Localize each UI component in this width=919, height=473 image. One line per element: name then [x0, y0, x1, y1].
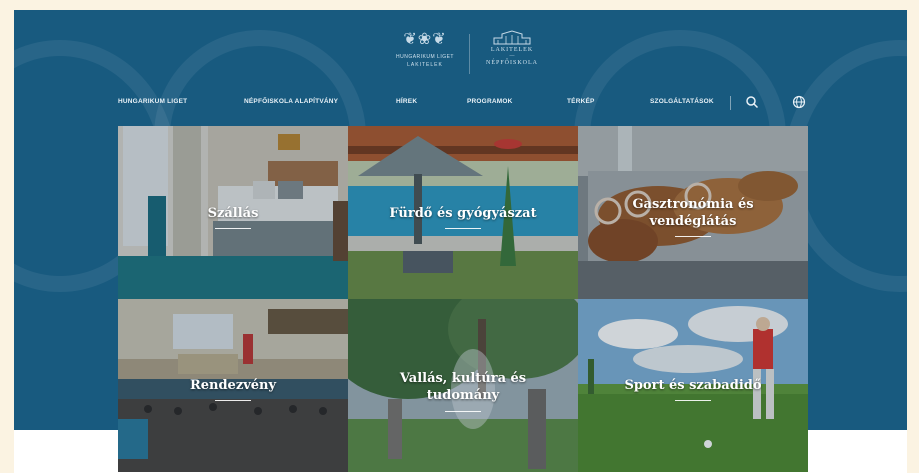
nav-item-nepfoiskola-alapitvany[interactable]: NÉPFŐISKOLA ALAPÍTVÁNY [244, 98, 338, 105]
tile-sport-underline [675, 400, 711, 401]
tile-rendezveny[interactable]: Rendezvény [118, 299, 348, 472]
tile-szallas[interactable]: Szállás [118, 126, 348, 299]
tile-vallas-underline [445, 411, 481, 412]
tile-rendezveny-title: Rendezvény [189, 378, 277, 393]
tile-rendezveny-underline [215, 400, 251, 401]
main-nav: HUNGARIKUM LIGET NÉPFŐISKOLA ALAPÍTVÁNY … [14, 95, 907, 114]
tile-szallas-underline [215, 228, 251, 229]
nav-item-szolgaltatasok[interactable]: SZOLGÁLTATÁSOK [650, 98, 714, 105]
tile-sport-title: Sport és szabadidő [624, 378, 762, 393]
logo2-title: LAKITELEK [490, 47, 534, 53]
globe-icon[interactable] [792, 95, 806, 109]
nav-item-hungarikum-liget[interactable]: HUNGARIKUM LIGET [118, 98, 187, 105]
logo-divider [469, 34, 470, 74]
tile-vallas[interactable]: Vallás, kultúra és tudomány [348, 299, 578, 472]
tile-gasztronomia-title: Gasztronómia és vendéglátás [632, 197, 754, 229]
page-frame: ❦❀❦ HUNGARIKUM LIGET LAKITELEK LAKITELEK… [14, 10, 907, 473]
hungarikum-ornament-icon: ❦❀❦ [403, 29, 447, 48]
logo2-subtitle: NÉPFŐISKOLA [485, 60, 538, 66]
nav-item-programok[interactable]: PROGRAMOK [467, 98, 513, 105]
tile-szallas-title: Szállás [207, 206, 259, 221]
tile-gasztronomia[interactable]: Gasztronómia és vendéglátás [578, 126, 808, 299]
nav-separator [730, 96, 731, 110]
logo1-subtitle: LAKITELEK [407, 62, 443, 68]
hungarikum-liget-logo[interactable]: ❦❀❦ HUNGARIKUM LIGET LAKITELEK [388, 30, 462, 78]
nav-item-terkep[interactable]: TÉRKÉP [567, 98, 595, 105]
nav-item-hirek[interactable]: HÍREK [396, 98, 417, 105]
lakitelek-nepfoiskola-logo[interactable]: LAKITELEK — NÉPFŐISKOLA [482, 30, 542, 78]
logo-area: ❦❀❦ HUNGARIKUM LIGET LAKITELEK LAKITELEK… [14, 30, 907, 78]
logo1-title: HUNGARIKUM LIGET [395, 54, 454, 60]
tile-sport[interactable]: Sport és szabadidő [578, 299, 808, 472]
tile-vallas-title: Vallás, kultúra és tudomány [399, 371, 527, 403]
search-icon[interactable] [745, 95, 759, 109]
tile-furdo-underline [445, 228, 481, 229]
tile-furdo[interactable]: Fürdő és gyógyászat [348, 126, 578, 299]
building-icon [493, 30, 531, 45]
service-tile-grid: Szállás Fürdő és gyógyászat Gasztronómia… [118, 126, 808, 472]
tile-furdo-title: Fürdő és gyógyászat [389, 206, 537, 221]
logo2-dash: — [509, 54, 515, 59]
tile-gasztronomia-underline [675, 236, 711, 237]
